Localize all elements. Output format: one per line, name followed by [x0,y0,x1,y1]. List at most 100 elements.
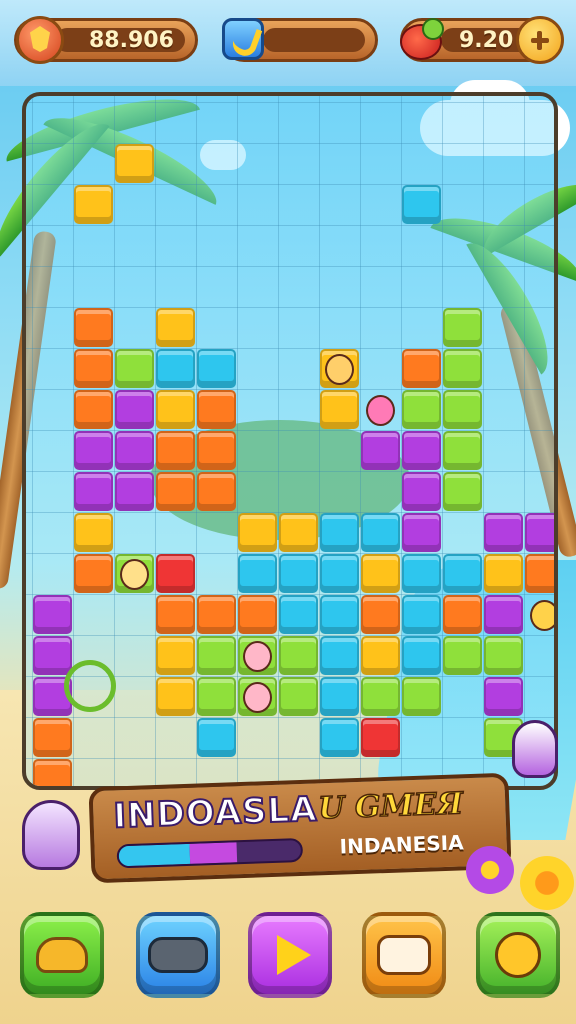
bird-button[interactable] [476,912,560,998]
game-block[interactable] [402,513,441,552]
game-block[interactable] [156,595,195,634]
game-block[interactable] [484,513,523,552]
game-block[interactable] [279,636,318,675]
game-block[interactable] [197,595,236,634]
game-block[interactable] [443,390,482,429]
game-block[interactable] [525,513,554,552]
game-block[interactable] [74,185,113,224]
game-block[interactable] [443,349,482,388]
game-block[interactable] [525,554,554,593]
creature-character[interactable] [243,641,272,672]
game-block[interactable] [74,349,113,388]
game-block[interactable] [156,390,195,429]
game-block[interactable] [197,472,236,511]
play-button[interactable] [248,912,332,998]
game-block[interactable] [361,513,400,552]
game-block[interactable] [320,677,359,716]
controller-button[interactable] [362,912,446,998]
game-block[interactable] [484,636,523,675]
purple-ghost-character [22,800,80,870]
game-block[interactable] [156,677,195,716]
game-block[interactable] [443,595,482,634]
game-block[interactable] [443,308,482,347]
animal-button[interactable] [20,912,104,998]
game-block[interactable] [156,554,195,593]
game-block[interactable] [156,636,195,675]
game-block[interactable] [320,554,359,593]
game-block[interactable] [402,636,441,675]
game-block[interactable] [197,431,236,470]
game-block[interactable] [197,390,236,429]
game-block[interactable] [238,595,277,634]
game-block[interactable] [279,677,318,716]
game-block[interactable] [115,431,154,470]
game-block[interactable] [33,759,72,786]
game-block[interactable] [402,349,441,388]
game-block[interactable] [197,349,236,388]
creature-character[interactable] [366,395,395,426]
game-block[interactable] [197,677,236,716]
creature-character[interactable] [243,682,272,713]
game-block[interactable] [197,636,236,675]
game-block[interactable] [156,472,195,511]
game-block[interactable] [402,677,441,716]
game-block[interactable] [402,185,441,224]
game-block[interactable] [402,390,441,429]
game-block[interactable] [197,718,236,757]
game-block[interactable] [361,595,400,634]
game-block[interactable] [279,513,318,552]
game-block[interactable] [74,308,113,347]
game-block[interactable] [443,431,482,470]
creature-character[interactable] [120,559,149,590]
game-block[interactable] [279,595,318,634]
gamepad-icon [148,937,208,973]
game-block[interactable] [443,554,482,593]
game-block[interactable] [361,636,400,675]
game-block[interactable] [320,595,359,634]
game-block[interactable] [33,595,72,634]
energy-track [263,28,365,52]
game-block[interactable] [74,390,113,429]
game-block[interactable] [156,308,195,347]
game-block[interactable] [402,595,441,634]
flower [466,846,514,894]
game-block[interactable] [484,677,523,716]
game-block[interactable] [361,718,400,757]
game-block[interactable] [320,513,359,552]
game-block[interactable] [156,349,195,388]
creature-character[interactable] [530,600,554,631]
game-block[interactable] [361,431,400,470]
game-block[interactable] [115,390,154,429]
game-block[interactable] [74,554,113,593]
game-block[interactable] [33,718,72,757]
game-block[interactable] [402,431,441,470]
game-block[interactable] [320,636,359,675]
game-block[interactable] [320,718,359,757]
game-block[interactable] [402,472,441,511]
game-block[interactable] [115,144,154,183]
game-block[interactable] [33,636,72,675]
game-block[interactable] [402,554,441,593]
game-block[interactable] [238,513,277,552]
grid-line [26,143,554,144]
game-block[interactable] [74,472,113,511]
game-block[interactable] [238,554,277,593]
banner-title: INDOASLA [112,788,319,837]
game-block[interactable] [74,431,113,470]
creature-character[interactable] [325,354,354,385]
game-block[interactable] [115,349,154,388]
game-block[interactable] [443,472,482,511]
plus-icon[interactable] [537,31,542,50]
game-block[interactable] [484,595,523,634]
game-block[interactable] [74,513,113,552]
game-block[interactable] [443,636,482,675]
gamepad-button[interactable] [136,912,220,998]
grid-line [26,717,554,718]
game-block[interactable] [279,554,318,593]
game-block[interactable] [484,554,523,593]
game-block[interactable] [156,431,195,470]
game-block[interactable] [320,390,359,429]
game-block[interactable] [361,677,400,716]
game-block[interactable] [115,472,154,511]
game-block[interactable] [361,554,400,593]
